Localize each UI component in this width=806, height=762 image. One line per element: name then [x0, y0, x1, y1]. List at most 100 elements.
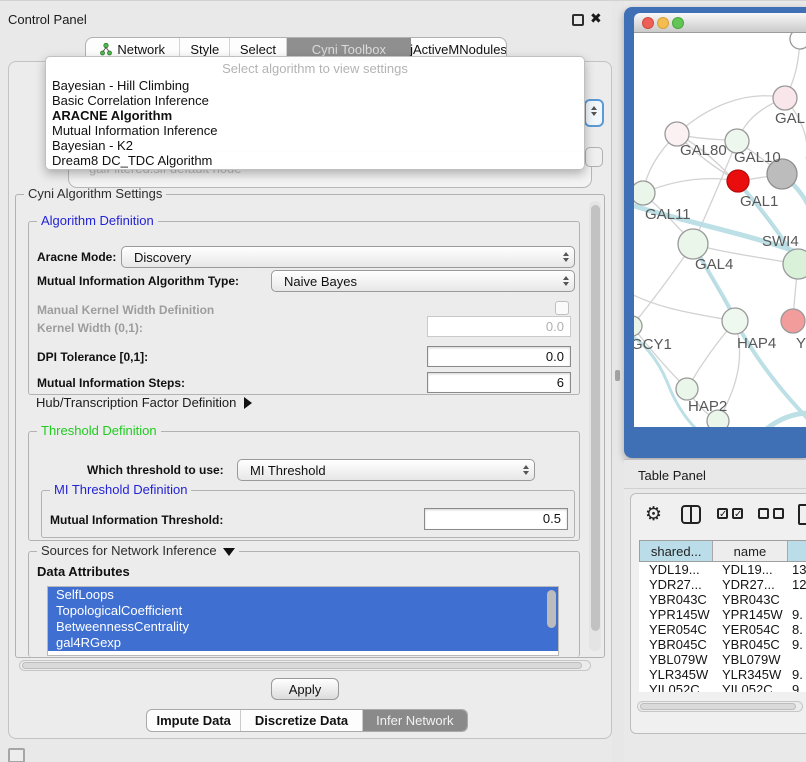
which-threshold-combobox[interactable]: MI Threshold — [237, 459, 535, 481]
table-row[interactable]: YBL079WYBL079W — [639, 652, 806, 667]
table-row[interactable]: YIL052CYIL052C9. — [639, 682, 806, 692]
mi-threshold-label: Mutual Information Threshold: — [50, 513, 223, 527]
network-combobox-end[interactable] — [585, 147, 603, 167]
sources-group: Sources for Network Inference Data Attri… — [28, 551, 580, 657]
node-gal[interactable] — [773, 86, 797, 110]
mi-algorithm-type-label: Mutual Information Algorithm Type: — [37, 274, 239, 288]
network-canvas[interactable]: GAL GAL80 GAL10 GAL1 GAL11 SWI4 GAL4 GCY… — [634, 33, 806, 427]
node[interactable] — [790, 33, 806, 49]
control-panel-title: Control Panel — [8, 12, 87, 27]
kernel-width-field[interactable]: 0.0 — [427, 316, 571, 337]
aracne-mode-combobox[interactable]: Discovery — [121, 246, 575, 268]
table-row[interactable]: YPR145WYPR145W9. — [639, 607, 806, 622]
which-threshold-label: Which threshold to use: — [87, 463, 224, 477]
node-label: HAP2 — [688, 398, 727, 415]
node-swi4[interactable] — [783, 249, 806, 279]
expanded-arrow-icon — [223, 548, 235, 556]
algorithm-dropdown-list: Select algorithm to view settings Bayesi… — [45, 56, 585, 170]
dropdown-item-selected[interactable]: ARACNE Algorithm — [52, 108, 172, 123]
table-hscrollbar[interactable] — [637, 701, 803, 712]
node-gal1-selected[interactable] — [727, 170, 749, 192]
close-traffic-light-icon[interactable] — [642, 17, 654, 29]
list-scrollbar-thumb[interactable] — [547, 590, 556, 628]
column-header-shared-name[interactable]: shared... — [640, 541, 713, 561]
data-attributes-list[interactable]: SelfLoops TopologicalCoefficient Between… — [47, 586, 559, 656]
node-hap4[interactable] — [722, 308, 748, 334]
tab-infer-network[interactable]: Infer Network — [363, 710, 467, 731]
select-all-checkbox-icon[interactable]: ✓ — [732, 508, 743, 519]
table-body[interactable]: YDL19...YDL19...13 YDR27...YDR27...12 YB… — [639, 562, 806, 692]
mi-steps-field[interactable]: 6 — [427, 372, 571, 393]
dpi-tolerance-field[interactable]: 0.0 — [427, 346, 571, 367]
list-item[interactable]: BetweennessCentrality — [48, 619, 558, 635]
column-header-cut[interactable] — [788, 541, 806, 561]
algorithm-definition-legend: Algorithm Definition — [37, 213, 158, 228]
node-salmon[interactable] — [781, 309, 805, 333]
deselect-all-checkbox-icon[interactable] — [758, 508, 769, 519]
cyni-algorithm-settings-group: Cyni Algorithm Settings Algorithm Defini… — [15, 194, 605, 658]
dropdown-item[interactable]: Basic Correlation Inference — [52, 93, 209, 108]
node-label: GCY1 — [634, 336, 672, 353]
divider-handle[interactable] — [615, 370, 620, 381]
table-hscrollbar-thumb[interactable] — [640, 703, 796, 710]
deselect-all-checkbox-icon[interactable] — [773, 508, 784, 519]
node-label: GAL11 — [645, 206, 691, 223]
columns-icon[interactable] — [681, 505, 701, 524]
settings-scrollbar-track[interactable] — [589, 201, 601, 651]
combo-spinner-icon — [558, 276, 574, 286]
node-hap2[interactable] — [676, 378, 698, 400]
network-icon — [100, 43, 112, 56]
node-gcy1[interactable] — [634, 316, 642, 336]
table-row[interactable]: YLR345WYLR345W9. — [639, 667, 806, 682]
mi-threshold-field[interactable]: 0.5 — [424, 508, 568, 530]
node-label: GAL10 — [734, 149, 781, 166]
minimize-traffic-light-icon[interactable] — [657, 17, 669, 29]
node-gal4[interactable] — [678, 229, 708, 259]
settings-hscrollbar-thumb[interactable] — [22, 662, 582, 669]
table-row[interactable]: YDR27...YDR27...12 — [639, 577, 806, 592]
node-label: GAL80 — [680, 142, 727, 159]
table-panel-title: Table Panel — [638, 468, 706, 483]
node-gal11[interactable] — [634, 181, 655, 205]
tab-impute-data[interactable]: Impute Data — [147, 710, 241, 731]
dropdown-placeholder: Select algorithm to view settings — [46, 61, 584, 76]
list-item[interactable]: gal4RGexp — [48, 635, 558, 651]
algorithm-definition-group: Algorithm Definition Aracne Mode: Discov… — [28, 221, 580, 395]
float-window-icon[interactable] — [572, 14, 584, 26]
mi-algorithm-type-combobox[interactable]: Naive Bayes — [271, 270, 575, 292]
tab-discretize-data[interactable]: Discretize Data — [241, 710, 362, 731]
list-item[interactable]: SelfLoops — [48, 587, 558, 603]
network-view-window: GAL GAL80 GAL10 GAL1 GAL11 SWI4 GAL4 GCY… — [624, 7, 806, 458]
collapsed-arrow-icon — [244, 397, 252, 409]
sources-legend[interactable]: Sources for Network Inference — [37, 543, 239, 558]
minimized-panel-icon[interactable] — [8, 748, 25, 762]
table-row[interactable]: YDL19...YDL19...13 — [639, 562, 806, 577]
settings-hscrollbar[interactable] — [19, 660, 591, 671]
apply-button[interactable]: Apply — [271, 678, 339, 700]
mi-threshold-definition-legend: MI Threshold Definition — [50, 482, 191, 497]
select-all-checkbox-icon[interactable]: ✓ — [717, 508, 728, 519]
zoom-traffic-light-icon[interactable] — [672, 17, 684, 29]
algorithm-combobox-spinner[interactable] — [584, 99, 604, 127]
settings-scrollbar-thumb[interactable] — [591, 205, 600, 631]
gear-icon[interactable]: ⚙ — [645, 503, 662, 526]
threshold-definition-group: Threshold Definition Which threshold to … — [28, 431, 580, 541]
table-row[interactable]: YER054CYER054C8. — [639, 622, 806, 637]
dropdown-item[interactable]: Bayesian - K2 — [52, 138, 133, 153]
table-row[interactable]: YBR043CYBR043C — [639, 592, 806, 607]
dropdown-item[interactable]: Dream8 DC_TDC Algorithm — [52, 153, 212, 168]
manual-kernel-width-checkbox[interactable] — [555, 301, 569, 315]
dropdown-item[interactable]: Mutual Information Inference — [52, 123, 217, 138]
manual-kernel-width-label: Manual Kernel Width Definition — [37, 303, 214, 317]
dropdown-item[interactable]: Bayesian - Hill Climbing — [52, 78, 189, 93]
list-item[interactable]: TopologicalCoefficient — [48, 603, 558, 619]
hub-definition-toggle[interactable]: Hub/Transcription Factor Definition — [36, 395, 252, 410]
cyni-algorithm-settings-legend: Cyni Algorithm Settings — [24, 186, 166, 201]
mi-steps-label: Mutual Information Steps: — [37, 376, 185, 390]
panel-divider[interactable] — [612, 1, 624, 762]
column-header-name[interactable]: name — [713, 541, 787, 561]
network-window-titlebar[interactable] — [634, 13, 806, 33]
close-icon[interactable]: ✖ — [590, 10, 602, 27]
table-row[interactable]: YBR045CYBR045C9. — [639, 637, 806, 652]
export-table-icon[interactable] — [798, 504, 806, 525]
